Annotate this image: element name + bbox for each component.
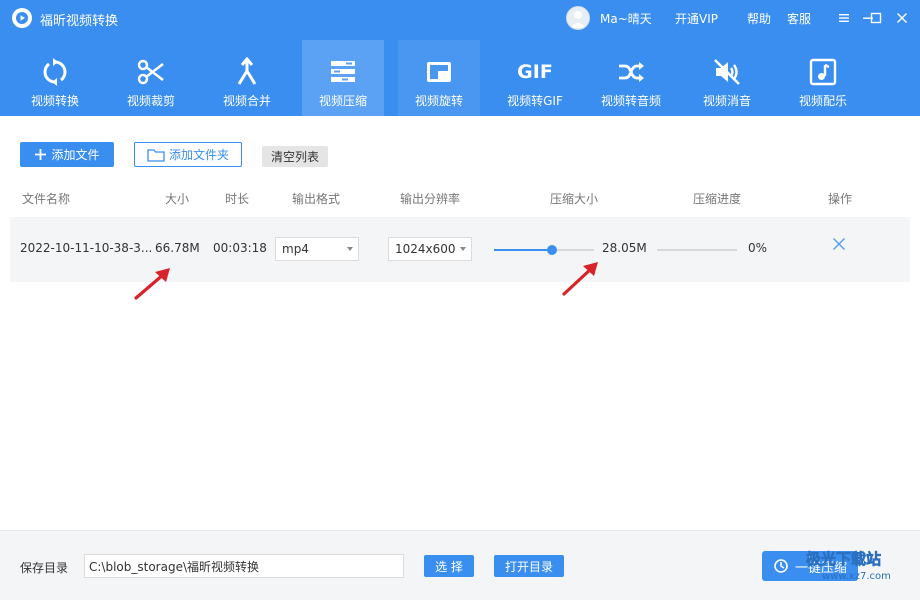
app-title: 福昕视频转换 [40,14,119,29]
col-header-duration: 时长 [225,192,250,206]
close-icon [897,13,907,23]
compress-all-label: 一键压缩 [794,560,847,576]
choose-dir-button[interactable]: 选 择 [424,555,474,577]
tool-label: 视频转GIF [507,94,563,108]
maximize-icon [870,12,882,24]
rotate-icon [423,56,455,88]
compressed-size: 28.05M [602,241,647,255]
compress-all-button[interactable]: 一键压缩 [762,551,858,581]
delete-row-button[interactable] [832,237,848,253]
vip-link[interactable]: 开通VIP [675,10,718,27]
format-select[interactable]: mp4 [275,237,359,261]
function-toolbar: 视频转换 视频裁剪 视频合并 视频压缩 视频旋转 GIF 视频转GIF 视频转音… [0,40,920,116]
plus-icon [35,149,47,160]
user-name[interactable]: Ma~晴天 [600,10,652,27]
compress-progress-text: 0% [748,241,768,255]
compress-start-icon [774,559,788,573]
folder-icon [147,148,165,162]
compression-slider[interactable] [494,245,594,255]
app-header: 福昕视频转换 Ma~晴天 开通VIP 帮助 客服 视频转换 视频裁剪 视频合并 … [0,0,920,116]
tool-label: 视频压缩 [318,94,367,108]
tool-video-convert[interactable]: 视频转换 [14,40,96,116]
tool-label: 视频消音 [702,94,751,108]
user-avatar[interactable] [566,6,590,30]
maximize-button-visual[interactable] [866,8,886,28]
refresh-icon [39,56,71,88]
file-duration: 00:03:18 [213,241,267,255]
tool-label: 视频转换 [30,94,79,108]
tool-video-rotate[interactable]: 视频旋转 [398,40,480,116]
close-button[interactable] [892,8,912,28]
app-logo-icon [12,8,32,28]
title-bar: 福昕视频转换 Ma~晴天 开通VIP 帮助 客服 [0,0,920,36]
file-name: 2022-10-11-10-38-3... [20,241,153,255]
tool-video-mute[interactable]: 视频消音 [686,40,768,116]
menu-icon [839,14,849,22]
compression-slider-handle[interactable] [547,245,557,255]
tool-video-to-gif[interactable]: GIF 视频转GIF [494,40,576,116]
annotation-arrow-icon [128,264,178,304]
tool-label: 视频配乐 [798,94,847,108]
format-select-value: mp4 [282,242,309,256]
col-header-size: 大小 [165,192,190,206]
open-dir-button[interactable]: 打开目录 [494,555,564,577]
col-header-action: 操作 [828,192,853,206]
chevron-down-icon [460,247,466,251]
compress-icon [327,56,359,88]
compression-slider-fill [494,249,552,251]
merge-icon [231,56,263,88]
music-note-icon [807,56,839,88]
file-size: 66.78M [155,241,200,255]
gif-icon-text: GIF [517,61,553,83]
chevron-down-icon [347,247,353,251]
col-header-name: 文件名称 [22,192,71,206]
save-dir-label: 保存目录 [20,561,69,575]
tool-video-music[interactable]: 视频配乐 [782,40,864,116]
add-file-button[interactable]: 添加文件 [20,142,114,167]
tool-video-merge[interactable]: 视频合并 [206,40,288,116]
col-header-format: 输出格式 [292,192,341,206]
tool-label: 视频转音频 [600,94,661,108]
col-header-resolution: 输出分辨率 [400,192,461,206]
close-icon [832,237,846,251]
resolution-select[interactable]: 1024x600 [388,237,472,261]
help-link[interactable]: 帮助 [747,10,771,27]
tool-video-to-audio[interactable]: 视频转音频 [590,40,672,116]
compress-progress-bar [657,249,737,251]
col-header-compressed-size: 压缩大小 [550,192,599,206]
tool-video-crop[interactable]: 视频裁剪 [110,40,192,116]
add-folder-label: 添加文件夹 [168,148,229,162]
col-header-progress: 压缩进度 [693,192,742,206]
service-link[interactable]: 客服 [787,10,811,27]
add-file-label: 添加文件 [51,148,100,162]
tool-video-compress[interactable]: 视频压缩 [302,40,384,116]
tool-label: 视频裁剪 [126,94,175,108]
shuffle-icon [615,56,647,88]
tool-label: 视频旋转 [414,94,463,108]
add-folder-button[interactable]: 添加文件夹 [134,142,242,167]
gif-icon: GIF [517,56,553,88]
mute-icon [711,56,743,88]
resolution-select-value: 1024x600 [395,242,456,256]
scissors-icon [135,56,167,88]
tool-label: 视频合并 [222,94,271,108]
menu-button[interactable] [834,8,854,28]
annotation-arrow-icon [556,258,606,298]
save-path-input[interactable] [84,554,404,578]
footer-bar: 保存目录 选 择 打开目录 一键压缩 极光下载站 www.xz7.com [0,530,920,600]
clear-list-button[interactable]: 清空列表 [262,146,328,167]
